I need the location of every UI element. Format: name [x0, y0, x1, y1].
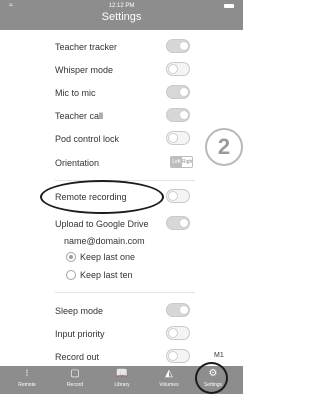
setting-label: Orientation — [55, 158, 100, 168]
tab-label: Volumes — [159, 382, 179, 388]
toggle-knob — [168, 133, 178, 143]
keep-last-ten-radio[interactable] — [66, 270, 76, 280]
tab-label: Record — [66, 382, 84, 388]
highlight-ellipse — [40, 180, 164, 214]
input-priority-toggle[interactable] — [166, 326, 190, 340]
marker-label: M1 — [214, 352, 224, 359]
settings-highlight-ring — [195, 362, 228, 394]
setting-label: Mic to mic — [55, 88, 96, 98]
record-icon: ▢ — [70, 368, 80, 379]
step-number-badge: 2 — [205, 128, 243, 166]
toggle-knob — [168, 351, 178, 361]
toggle-knob — [168, 328, 178, 338]
whisper-mode-toggle[interactable] — [166, 62, 190, 76]
remote-icon: ⁝ — [25, 368, 29, 379]
setting-label: Upload to Google Drive — [55, 219, 149, 229]
toggle-knob — [179, 87, 189, 97]
toggle-knob — [179, 218, 189, 228]
volumes-icon: ◭ — [165, 368, 173, 379]
page-title: Settings — [101, 11, 142, 23]
setting-label: Teacher tracker — [55, 42, 118, 52]
divider — [55, 292, 195, 293]
mic-to-mic-toggle[interactable] — [166, 85, 190, 99]
keep-last-one-radio[interactable] — [66, 252, 76, 262]
status-time: 12:12 PM — [108, 3, 135, 9]
toggle-knob — [179, 110, 189, 120]
orientation-right-option[interactable]: Right — [182, 157, 192, 167]
toggle-knob — [168, 191, 178, 201]
account-email: name@domain.com — [64, 236, 145, 246]
pod-control-lock-toggle[interactable] — [166, 131, 190, 145]
toggle-knob — [179, 305, 189, 315]
toggle-knob — [168, 64, 178, 74]
status-bar: ≈ 12:12 PM Settings — [0, 0, 243, 30]
orientation-left-option[interactable]: Left — [171, 157, 182, 167]
radio-label: Keep last one — [80, 252, 136, 262]
record-out-toggle[interactable] — [166, 349, 190, 363]
tab-volumes[interactable]: ◭ Volumes — [152, 368, 186, 389]
teacher-call-toggle[interactable] — [166, 108, 190, 122]
setting-label: Teacher call — [55, 111, 104, 121]
orientation-segmented-control[interactable]: Left Right — [170, 156, 193, 168]
setting-label: Pod control lock — [55, 134, 120, 144]
upload-google-drive-toggle[interactable] — [166, 216, 190, 230]
setting-label: Input priority — [55, 329, 105, 339]
setting-label: Sleep mode — [55, 306, 104, 316]
tab-record[interactable]: ▢ Record — [58, 368, 92, 389]
tab-library[interactable]: 📖 Library — [105, 368, 139, 389]
tab-label: Library — [114, 382, 130, 388]
radio-label: Keep last ten — [80, 270, 133, 280]
library-icon: 📖 — [115, 368, 129, 379]
battery-icon — [224, 4, 234, 8]
remote-recording-toggle[interactable] — [166, 189, 190, 203]
sleep-mode-toggle[interactable] — [166, 303, 190, 317]
tab-label: Remote — [18, 382, 36, 388]
teacher-tracker-toggle[interactable] — [166, 39, 190, 53]
tab-remote[interactable]: ⁝ Remote — [10, 368, 44, 389]
setting-label: Whisper mode — [55, 65, 114, 75]
setting-label: Record out — [55, 352, 100, 362]
toggle-knob — [179, 41, 189, 51]
